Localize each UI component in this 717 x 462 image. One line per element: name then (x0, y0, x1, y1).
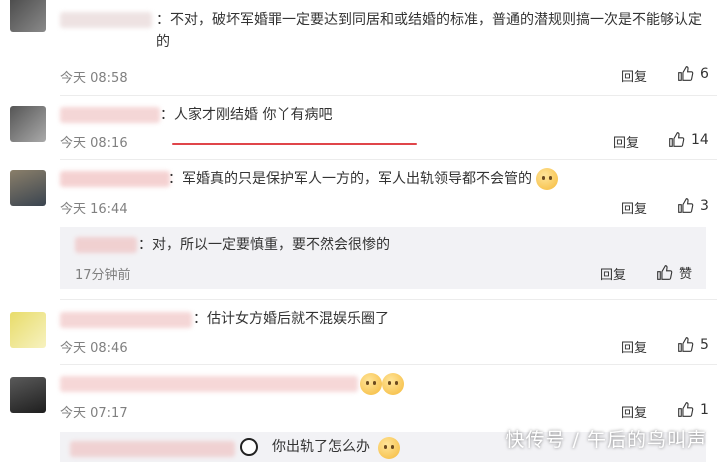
username-blurred[interactable] (75, 237, 137, 253)
emoji-icon (360, 373, 382, 395)
like-button[interactable]: 1 (677, 401, 709, 418)
username-blurred[interactable] (60, 107, 160, 123)
panda-emoji-icon (240, 438, 258, 456)
comment-text: ：不对，破坏军婚罪一定要达到同居和或结婚的标准，普通的潜规则搞一次是不能够认定的 (156, 12, 702, 50)
like-button[interactable]: 3 (677, 197, 709, 214)
comment-text: ：军婚真的只是保护军人一方的，军人出轨领导都不会管的 (168, 168, 559, 190)
comment-time: 今天 07:17 (60, 406, 128, 421)
username-blurred[interactable] (60, 376, 358, 392)
sub-reply: ：对，所以一定要慎重，要不然会很惨的 17分钟前 回复 赞 (60, 227, 706, 289)
like-count: 1 (700, 401, 709, 418)
comment-time: 今天 16:44 (60, 202, 128, 217)
avatar[interactable] (10, 106, 46, 142)
reply-button[interactable]: 回复 (621, 198, 647, 217)
emoji-icon (536, 168, 559, 190)
comment-time: 今天 08:16 (60, 136, 128, 151)
comment-1: ：不对，破坏军婚罪一定要达到同居和或结婚的标准，普通的潜规则搞一次是不能够认定的… (0, 0, 717, 95)
comment-text-body: ：军婚真的只是保护军人一方的，军人出轨领导都不会管的 (168, 171, 532, 187)
reply-button[interactable]: 回复 (613, 132, 639, 151)
like-count: 3 (700, 197, 709, 214)
sub-reply-time: 17分钟前 (75, 268, 131, 283)
avatar[interactable] (10, 0, 46, 32)
comment-4: ：估计女方婚后就不混娱乐圈了 今天 08:46 回复 5 (0, 300, 717, 363)
like-count: 6 (700, 65, 709, 82)
like-label: 赞 (679, 267, 693, 282)
avatar[interactable] (10, 170, 46, 206)
like-button[interactable]: 14 (668, 131, 709, 148)
thumbs-up-icon (678, 402, 694, 417)
comment-time: 今天 08:46 (60, 341, 128, 356)
sub-reply-text: 你出轨了怎么办 (272, 439, 370, 455)
avatar[interactable] (10, 377, 46, 413)
thumbs-up-icon (669, 132, 685, 147)
thumbs-up-icon (678, 337, 694, 352)
thumbs-up-icon (678, 66, 694, 81)
reply-button[interactable]: 回复 (621, 337, 647, 356)
comment-2: ：人家才刚结婚 你丫有病吧 今天 08:16 回复 14 (0, 96, 717, 159)
comment-time: 今天 08:58 (60, 71, 128, 86)
like-count: 5 (700, 336, 709, 353)
thumbs-up-icon (678, 198, 694, 213)
like-button[interactable]: 6 (677, 65, 709, 82)
comment-text: ：人家才刚结婚 你丫有病吧 (160, 107, 333, 123)
emoji-icon (382, 373, 404, 395)
like-button[interactable]: 赞 (656, 263, 692, 282)
watermark: 快传号 / 午后的鸟叫声 (505, 429, 707, 451)
avatar[interactable] (10, 312, 46, 348)
username-blurred[interactable] (60, 312, 192, 328)
username-blurred[interactable] (60, 171, 170, 187)
reply-button[interactable]: 回复 (621, 402, 647, 421)
username-blurred[interactable] (70, 441, 235, 457)
sub-reply-text: ：对，所以一定要慎重，要不然会很惨的 (138, 237, 390, 253)
username-blurred[interactable] (60, 12, 152, 28)
like-count: 14 (691, 131, 709, 148)
reply-button[interactable]: 回复 (621, 66, 647, 85)
thumbs-up-icon (657, 265, 673, 280)
comment-text: ：估计女方婚后就不混娱乐圈了 (193, 311, 389, 327)
reply-button[interactable]: 回复 (600, 264, 626, 283)
like-button[interactable]: 5 (677, 336, 709, 353)
comment-3: ：军婚真的只是保护军人一方的，军人出轨领导都不会管的 今天 16:44 回复 3… (0, 160, 717, 295)
red-underline (172, 143, 417, 145)
